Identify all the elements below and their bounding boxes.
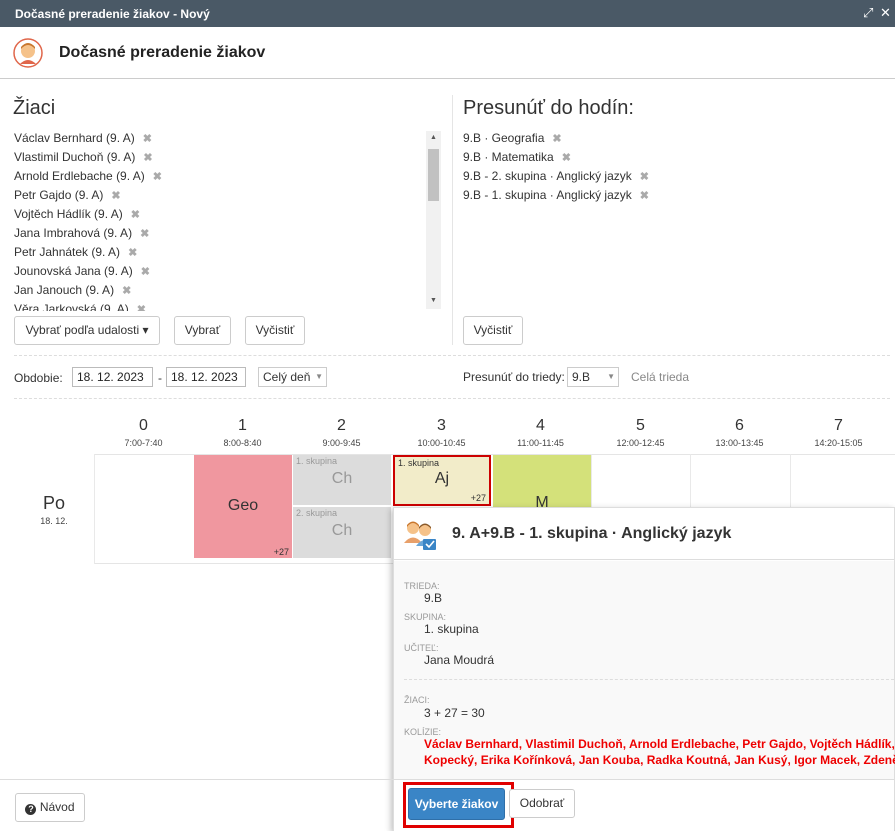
popup-footer: Vyberte žiakov Odobrať: [394, 779, 894, 831]
lesson-m[interactable]: M: [493, 455, 591, 515]
remove-icon[interactable]: ✖: [143, 152, 152, 164]
remove-icon[interactable]: ✖: [128, 247, 137, 259]
lesson-ch-group1[interactable]: 1. skupina Ch: [293, 455, 391, 505]
clear-targets-button[interactable]: Vyčistiť: [463, 316, 523, 345]
list-item: 9.B · Matematika ✖: [463, 150, 571, 164]
list-item: Václav Bernhard (9. A) ✖: [14, 131, 152, 145]
help-icon: ?: [25, 804, 37, 815]
targets-list: 9.B · Geografia ✖ 9.B · Matematika ✖ 9.B -…: [463, 129, 883, 205]
list-item: Petr Jahnátek (9. A) ✖: [14, 245, 138, 259]
popup-header: 9. A+9.B - 1. skupina · Anglický jazyk: [394, 508, 894, 560]
remove-button[interactable]: Odobrať: [509, 789, 575, 818]
period-label: Obdobie:: [14, 371, 63, 385]
collisions-field-label: KOLÍZIE:: [404, 727, 442, 737]
teacher-field-value: Jana Moudrá: [424, 653, 495, 667]
group-field-value: 1. skupina: [424, 622, 479, 636]
lesson-ch-group2[interactable]: 2. skupina Ch: [293, 507, 391, 558]
list-item: Petr Gajdo (9. A) ✖: [14, 188, 121, 202]
students-field-label: ŽIACI:: [404, 695, 430, 705]
collisions-line-2: Kopecký, Erika Kořínková, Jan Kouba, Rad…: [424, 753, 895, 767]
window-title: Dočasné preradenie žiakov - Nový: [15, 7, 210, 21]
section-divider: [452, 95, 453, 345]
day-label: Po 18. 12.: [40, 493, 68, 526]
list-item: 9.B - 2. skupina · Anglický jazyk ✖: [463, 169, 649, 183]
popup-title: 9. A+9.B - 1. skupina · Anglický jazyk: [452, 525, 732, 542]
list-item: 9.B · Geografia ✖: [463, 131, 562, 145]
remove-icon[interactable]: ✖: [141, 266, 150, 278]
list-item: Věra Jarkovská (9. A) ✖: [14, 300, 424, 311]
list-item: Vojtěch Hádlík (9. A) ✖: [14, 207, 140, 221]
student-avatar-icon: [13, 38, 43, 68]
window-titlebar: Dočasné preradenie žiakov - Nový ⤢ ✕: [0, 0, 895, 27]
remove-icon[interactable]: ✖: [111, 190, 120, 202]
list-item: Jan Janouch (9. A) ✖: [14, 283, 132, 297]
collisions-line-1: Václav Bernhard, Vlastimil Duchoň, Arnol…: [424, 737, 895, 751]
period-header-3: 3 10:00-10:45: [417, 417, 466, 448]
scroll-thumb[interactable]: [428, 149, 439, 201]
select-button[interactable]: Vybrať: [174, 316, 231, 345]
class-select[interactable]: 9.B ▼: [567, 367, 619, 387]
list-item: 9.B - 1. skupina · Anglický jazyk ✖: [463, 188, 649, 202]
period-header-0: 0 7:00-7:40: [124, 417, 163, 448]
footer-bar: ? Návod: [0, 779, 393, 831]
remove-icon[interactable]: ✖: [122, 285, 131, 297]
students-list: Václav Bernhard (9. A) ✖ Vlastimil Duchoň…: [14, 129, 424, 311]
divider: [404, 679, 894, 680]
class-field-label: TRIEDA:: [404, 581, 440, 591]
remove-icon[interactable]: ✖: [640, 190, 649, 202]
whole-class-link[interactable]: Celá trieda: [631, 370, 689, 384]
targets-title: Presunúť do hodín:: [463, 97, 634, 119]
students-group-icon: [404, 521, 436, 550]
remove-icon[interactable]: ✖: [137, 304, 146, 311]
lesson-aj-selected[interactable]: 1. skupina Aj +27: [393, 455, 491, 506]
list-item: Vlastimil Duchoň (9. A) ✖: [14, 150, 153, 164]
period-header-7: 7 14:20-15:05: [814, 417, 863, 448]
lesson-detail-popup: 9. A+9.B - 1. skupina · Anglický jazyk T…: [393, 507, 895, 831]
remove-icon[interactable]: ✖: [153, 171, 162, 183]
day-mode-select[interactable]: Celý deň ▼: [258, 367, 327, 387]
chevron-down-icon: ▼: [315, 372, 323, 381]
divider: [14, 398, 890, 399]
page-title: Dočasné preradenie žiakov: [59, 44, 266, 61]
chevron-down-icon: ▼: [607, 372, 615, 381]
page-header: Dočasné preradenie žiakov: [0, 27, 895, 79]
select-by-event-button[interactable]: Vybrať podľa udalosti ▾: [14, 316, 160, 345]
divider: [14, 355, 890, 356]
remove-icon[interactable]: ✖: [131, 209, 140, 221]
list-item: Arnold Erdlebache (9. A) ✖: [14, 169, 162, 183]
period-header-6: 6 13:00-13:45: [715, 417, 764, 448]
students-title: Žiaci: [13, 97, 56, 119]
select-students-button[interactable]: Vyberte žiakov: [408, 788, 505, 820]
grid-line: [94, 454, 95, 564]
teacher-field-label: UČITEĽ:: [404, 643, 439, 653]
period-header-4: 4 11:00-11:45: [517, 417, 564, 448]
remove-icon[interactable]: ✖: [562, 152, 571, 164]
remove-icon[interactable]: ✖: [552, 133, 561, 145]
maximize-icon[interactable]: ⤢: [863, 5, 873, 21]
popup-body: TRIEDA: 9.B SKUPINA: 1. skupina UČITEĽ: …: [394, 561, 895, 779]
students-scrollbar[interactable]: ▲ ▼: [426, 131, 441, 309]
scroll-up-icon[interactable]: ▲: [426, 134, 441, 141]
remove-icon[interactable]: ✖: [640, 171, 649, 183]
scroll-down-icon[interactable]: ▼: [426, 297, 441, 304]
date-range-dash: -: [158, 371, 162, 385]
remove-icon[interactable]: ✖: [140, 228, 149, 240]
remove-icon[interactable]: ✖: [143, 133, 152, 145]
list-item: Jounovská Jana (9. A) ✖: [14, 264, 150, 278]
period-header-2: 2 9:00-9:45: [322, 417, 361, 448]
students-field-value: 3 + 27 = 30: [424, 706, 485, 720]
date-from-input[interactable]: 18. 12. 2023: [72, 367, 153, 387]
list-item: Jana Imbrahová (9. A) ✖: [14, 226, 150, 240]
date-to-input[interactable]: 18. 12. 2023: [166, 367, 246, 387]
close-icon[interactable]: ✕: [880, 5, 891, 21]
move-to-class-label: Presunúť do triedy:: [463, 370, 565, 384]
class-field-value: 9.B: [424, 591, 443, 605]
lesson-geo[interactable]: Geo +27: [194, 455, 292, 558]
period-header-5: 5 12:00-12:45: [616, 417, 665, 448]
clear-students-button[interactable]: Vyčistiť: [245, 316, 305, 345]
group-field-label: SKUPINA:: [404, 612, 447, 622]
period-header-1: 1 8:00-8:40: [223, 417, 262, 448]
help-button[interactable]: ? Návod: [15, 793, 85, 822]
